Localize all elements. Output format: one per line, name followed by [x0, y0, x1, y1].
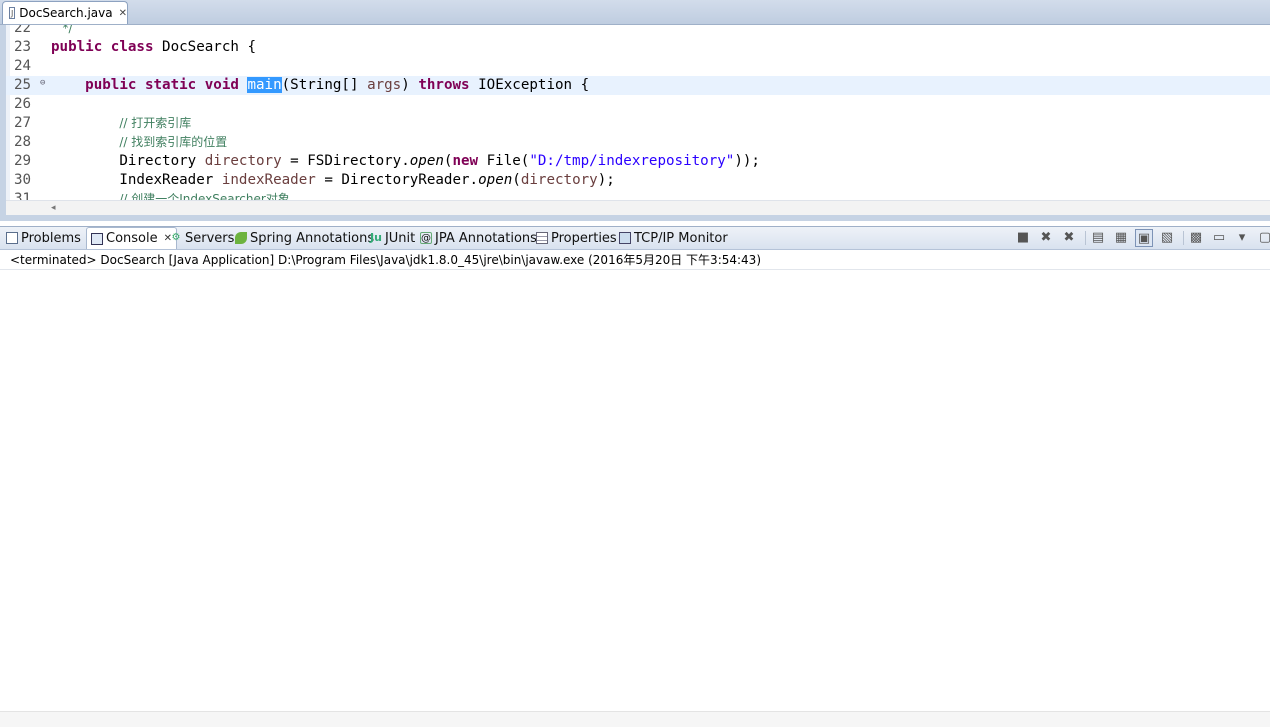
- collapse-fold-icon[interactable]: ⊖: [40, 74, 45, 93]
- code-token: args: [367, 77, 402, 93]
- toolbar-separator: [1183, 231, 1184, 245]
- show-on-error-icon[interactable]: ▧: [1158, 229, 1176, 247]
- code-line[interactable]: 22 */: [6, 25, 1270, 38]
- line-number: 29: [14, 153, 32, 169]
- code-editor[interactable]: 22 */23 public class DocSearch {24 25 ⊖ pub…: [6, 25, 1270, 200]
- code-token: IndexReader: [51, 172, 222, 188]
- code-token: public static void: [85, 77, 239, 93]
- code-text: // 创建一个IndexSearcher对象: [51, 190, 290, 200]
- code-token: = FSDirectory.: [281, 153, 410, 169]
- code-line[interactable]: 29 Directory directory = FSDirectory.ope…: [6, 152, 1270, 171]
- code-token: // 创建一个IndexSearcher对象: [119, 192, 290, 200]
- code-token: IOException {: [469, 77, 590, 93]
- code-token: new: [452, 153, 479, 169]
- display-selected-console-icon[interactable]: ▭: [1210, 229, 1228, 247]
- code-line[interactable]: 25 ⊖ public static void main(String[] arg…: [6, 76, 1270, 95]
- code-token: // 找到索引库的位置: [119, 135, 228, 149]
- code-token: // 打开索引库: [119, 116, 192, 130]
- editor-horizontal-scrollbar[interactable]: ◂: [6, 200, 1270, 215]
- code-token: );: [597, 172, 615, 188]
- line-number: 24: [14, 58, 32, 74]
- code-line[interactable]: 31 // 创建一个IndexSearcher对象: [6, 190, 1270, 200]
- remove-all-terminated-icon[interactable]: ✖: [1060, 229, 1078, 247]
- code-token: main: [247, 77, 282, 93]
- code-token: indexReader: [221, 172, 316, 188]
- code-token: = DirectoryReader.: [315, 172, 479, 188]
- new-console-icon[interactable]: ▢: [1256, 229, 1270, 247]
- code-line[interactable]: 27 // 打开索引库: [6, 114, 1270, 133]
- line-number: 28: [14, 134, 32, 150]
- console-output[interactable]: [0, 271, 1270, 711]
- code-token: "D:/tmp/indexrepository": [529, 153, 735, 169]
- scroll-lock-icon[interactable]: ▦: [1112, 229, 1130, 247]
- views-panel: Problems Console ✕ ⚙ Servers Spring Annotatio…: [0, 226, 1270, 727]
- code-token: ));: [734, 153, 760, 169]
- line-number: 23: [14, 39, 32, 55]
- code-token: (String[]: [281, 77, 368, 93]
- console-launch-description: <terminated> DocSearch [Java Application…: [0, 250, 1270, 270]
- code-text: public static void main(String[] args) t…: [51, 76, 589, 95]
- editor-tab-label: DocSearch.java: [19, 6, 113, 20]
- toolbar-separator: [1085, 231, 1086, 245]
- java-file-icon: J: [9, 7, 16, 19]
- code-line[interactable]: 30 IndexReader indexReader = DirectoryRe…: [6, 171, 1270, 190]
- editor-tab-docsearch[interactable]: J DocSearch.java ✕: [2, 1, 128, 24]
- code-line[interactable]: 24: [6, 57, 1270, 76]
- code-token: (: [512, 172, 521, 188]
- show-on-output-icon[interactable]: ▣: [1135, 229, 1153, 247]
- line-number: 25: [14, 77, 32, 93]
- code-text: public class DocSearch {: [51, 38, 256, 57]
- code-token: directory: [520, 172, 598, 188]
- close-icon[interactable]: ✕: [119, 8, 127, 19]
- code-token: open: [409, 153, 444, 169]
- code-token: ): [401, 77, 419, 93]
- pin-console-icon[interactable]: ▩: [1187, 229, 1205, 247]
- editor-area: J DocSearch.java ✕ 22 */23 public class D…: [0, 0, 1270, 221]
- console-toolbar: ■ ✖ ✖ ▤ ▦ ▣ ▧ ▩ ▭ ▾ ▢: [0, 229, 1270, 247]
- code-line[interactable]: 28 // 找到索引库的位置: [6, 133, 1270, 152]
- scroll-left-icon[interactable]: ◂: [51, 201, 56, 215]
- terminate-icon[interactable]: ■: [1014, 229, 1032, 247]
- line-number: 30: [14, 172, 32, 188]
- views-tab-bar: Problems Console ✕ ⚙ Servers Spring Annotatio…: [0, 227, 1270, 250]
- remove-launch-icon[interactable]: ✖: [1037, 229, 1055, 247]
- line-number: 27: [14, 115, 32, 131]
- code-token: Directory: [51, 153, 205, 169]
- code-token: */: [51, 25, 73, 35]
- console-menu-chevron-icon[interactable]: ▾: [1233, 229, 1251, 247]
- line-number: 31: [14, 191, 32, 200]
- code-text: // 打开索引库: [51, 114, 191, 133]
- code-text: IndexReader indexReader = DirectoryReade…: [51, 171, 615, 190]
- code-line[interactable]: 23 public class DocSearch {: [6, 38, 1270, 57]
- code-text: Directory directory = FSDirectory.open(n…: [51, 152, 760, 171]
- code-line[interactable]: 26: [6, 95, 1270, 114]
- code-text: // 找到索引库的位置: [51, 133, 227, 152]
- code-token: throws: [418, 77, 470, 93]
- code-token: File(: [478, 153, 530, 169]
- clear-console-icon[interactable]: ▤: [1089, 229, 1107, 247]
- code-token: public class: [51, 39, 154, 55]
- line-number: 22: [14, 25, 32, 36]
- code-token: open: [478, 172, 513, 188]
- code-token: directory: [204, 153, 282, 169]
- code-token: DocSearch {: [153, 39, 256, 55]
- code-text: */: [51, 25, 73, 38]
- editor-tab-bar: J DocSearch.java ✕: [0, 0, 1270, 25]
- line-number: 26: [14, 96, 32, 112]
